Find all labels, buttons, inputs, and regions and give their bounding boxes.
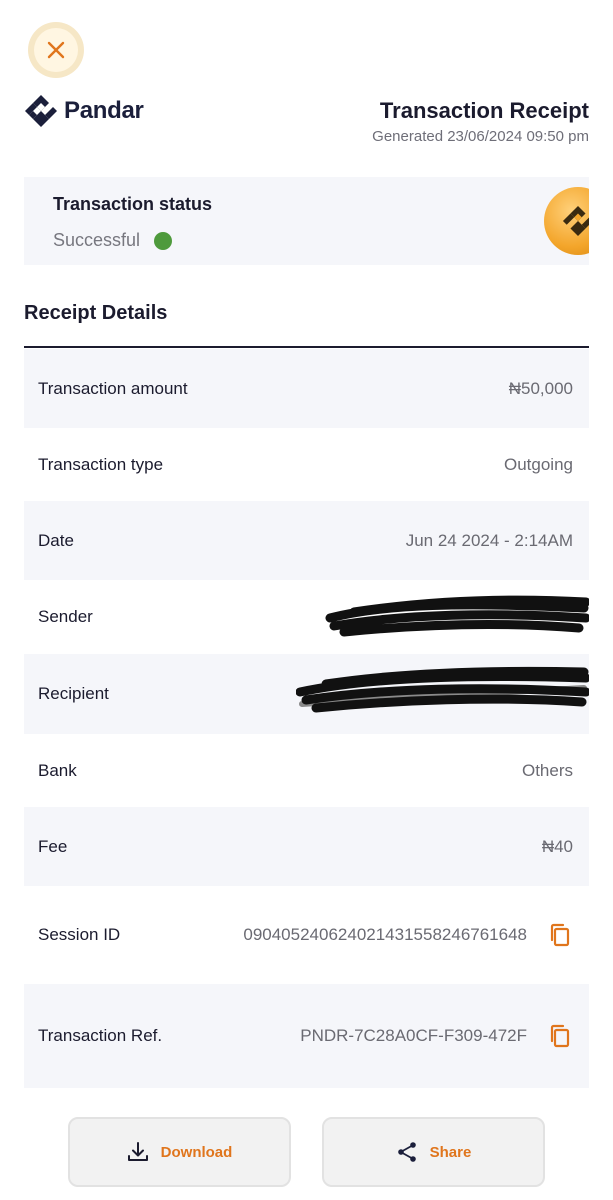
status-value: Successful — [53, 230, 173, 251]
pandar-coin-icon — [544, 187, 589, 255]
download-button[interactable]: Download — [68, 1117, 291, 1187]
pandar-logo-icon — [25, 95, 57, 127]
row-value: 090405240624021431558246761648 — [243, 922, 573, 948]
row-transaction-amount: Transaction amount ₦50,000 — [24, 349, 589, 428]
status-dot-icon — [154, 231, 173, 250]
row-bank: Bank Others — [24, 734, 589, 807]
close-button-inner — [34, 28, 78, 72]
redaction-scribble — [296, 666, 589, 713]
section-title: Receipt Details — [24, 302, 168, 324]
copy-icon[interactable] — [547, 922, 573, 948]
section-divider — [24, 346, 589, 348]
coin-logo-icon — [562, 205, 589, 237]
share-label: Share — [429, 1143, 472, 1161]
row-value: Outgoing — [504, 454, 573, 474]
row-label: Sender — [38, 607, 93, 626]
row-session-id: Session ID 09040524062402143155824676164… — [24, 886, 589, 984]
generated-timestamp: Generated 23/06/2024 09:50 pm — [372, 128, 589, 145]
row-label: Transaction type — [38, 454, 164, 474]
row-transaction-type: Transaction type Outgoing — [24, 428, 589, 501]
row-date: Date Jun 24 2024 - 2:14AM — [24, 501, 589, 580]
row-label: Fee — [38, 836, 68, 856]
row-label: Bank — [38, 760, 77, 780]
close-icon — [47, 41, 65, 59]
redaction-scribble — [325, 595, 589, 637]
session-id-value: 090405240624021431558246761648 — [243, 925, 527, 944]
status-text: Successful — [53, 230, 141, 250]
share-icon — [397, 1142, 416, 1162]
row-transaction-ref: Transaction Ref. PNDR-7C28A0CF-F309-472F — [24, 984, 589, 1088]
row-value: Others — [521, 760, 573, 780]
brand: Pandar — [24, 94, 144, 128]
brand-name: Pandar — [64, 97, 144, 124]
close-button[interactable] — [28, 22, 84, 78]
page-title: Transaction Receipt — [379, 98, 589, 123]
row-label: Transaction amount — [38, 378, 188, 398]
row-fee: Fee ₦40 — [24, 807, 589, 886]
receipt-details-list: Transaction amount ₦50,000 Transaction t… — [24, 349, 589, 1088]
row-value: ₦50,000 — [508, 378, 573, 398]
row-value: Jun 24 2024 - 2:14AM — [405, 530, 573, 550]
row-recipient: Recipient — [24, 654, 589, 734]
share-button[interactable]: Share — [322, 1117, 545, 1187]
row-label: Date — [38, 530, 74, 550]
copy-icon[interactable] — [547, 1023, 573, 1049]
action-bar: Download Share — [68, 1117, 545, 1187]
row-label: Recipient — [38, 684, 109, 703]
row-value: PNDR-7C28A0CF-F309-472F — [300, 1023, 573, 1049]
row-label: Transaction Ref. — [38, 1026, 163, 1045]
row-label: Session ID — [38, 925, 121, 944]
transaction-ref-value: PNDR-7C28A0CF-F309-472F — [300, 1026, 527, 1045]
status-title: Transaction status — [53, 194, 213, 214]
row-value: ₦40 — [541, 836, 573, 856]
status-card: Transaction status Successful — [24, 177, 589, 265]
download-label: Download — [160, 1143, 233, 1161]
download-icon — [127, 1142, 148, 1161]
row-sender: Sender — [24, 580, 589, 654]
